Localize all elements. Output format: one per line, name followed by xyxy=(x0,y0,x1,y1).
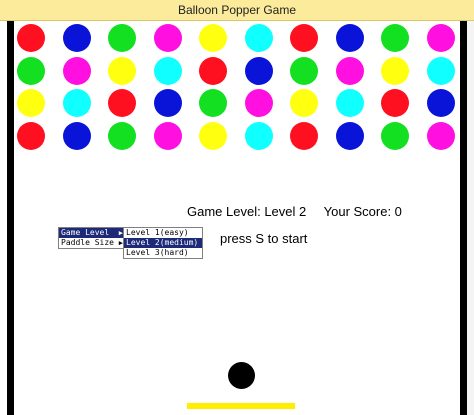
status-line: Game Level: Level 2 Your Score: 0 xyxy=(187,204,416,219)
balloon-red xyxy=(199,56,227,85)
balloon-red xyxy=(381,89,409,117)
balloon-yellow xyxy=(290,89,318,117)
submenu-item-level-1[interactable]: Level 1(easy) xyxy=(124,228,202,238)
balloon-magenta xyxy=(335,56,364,85)
balloon-cyan xyxy=(244,121,273,150)
balloon-yellow xyxy=(199,121,227,150)
ball xyxy=(228,362,255,389)
balloon-blue xyxy=(426,89,455,117)
balloon-green xyxy=(381,121,409,150)
submenu-item-level-2[interactable]: Level 2(medium) xyxy=(124,238,202,248)
window-edge xyxy=(467,21,474,415)
popup-menu: Game Level ▶ Paddle Size ▶ xyxy=(58,227,125,249)
paddle[interactable] xyxy=(187,403,295,409)
title-bar: Balloon Popper Game xyxy=(0,0,474,21)
balloon-blue xyxy=(153,89,182,117)
level-submenu: Level 1(easy) Level 2(medium) Level 3(ha… xyxy=(123,227,203,259)
balloon-red xyxy=(290,121,318,150)
balloon-blue xyxy=(335,121,364,150)
balloon-blue xyxy=(244,56,273,85)
balloon-magenta xyxy=(62,56,91,85)
score-text: Your Score: 0 xyxy=(323,204,402,219)
balloon-blue xyxy=(62,24,91,52)
balloon-cyan xyxy=(62,89,91,117)
balloon-green xyxy=(381,24,409,52)
balloon-magenta xyxy=(426,121,455,150)
window-title: Balloon Popper Game xyxy=(177,3,297,17)
balloon-cyan xyxy=(426,56,455,85)
balloon-green xyxy=(290,56,318,85)
balloon-cyan xyxy=(153,56,182,85)
balloon-blue xyxy=(62,121,91,150)
balloon-green xyxy=(17,56,45,85)
balloon-red xyxy=(108,89,136,117)
balloon-magenta xyxy=(244,89,273,117)
balloon-red xyxy=(17,121,45,150)
menu-item-label: Game Level xyxy=(61,228,110,237)
balloon-magenta xyxy=(153,24,182,52)
menu-item-label: Paddle Size xyxy=(61,238,114,247)
balloon-green xyxy=(199,89,227,117)
balloon-green xyxy=(108,121,136,150)
balloon-red xyxy=(17,24,45,52)
balloon-cyan xyxy=(244,24,273,52)
balloon-yellow xyxy=(199,24,227,52)
balloon-magenta xyxy=(426,24,455,52)
balloon-red xyxy=(290,24,318,52)
submenu-item-level-3[interactable]: Level 3(hard) xyxy=(124,248,202,258)
balloon-blue xyxy=(335,24,364,52)
menu-item-game-level[interactable]: Game Level ▶ xyxy=(59,228,124,238)
balloon-green xyxy=(108,24,136,52)
balloon-yellow xyxy=(108,56,136,85)
start-prompt: press S to start xyxy=(220,231,308,246)
game-level-text: Game Level: Level 2 xyxy=(187,204,307,219)
balloon-yellow xyxy=(17,89,45,117)
right-wall xyxy=(460,21,467,415)
balloon-cyan xyxy=(335,89,364,117)
left-wall xyxy=(7,21,14,415)
balloon-magenta xyxy=(153,121,182,150)
balloon-yellow xyxy=(381,56,409,85)
menu-item-paddle-size[interactable]: Paddle Size ▶ xyxy=(59,238,124,248)
